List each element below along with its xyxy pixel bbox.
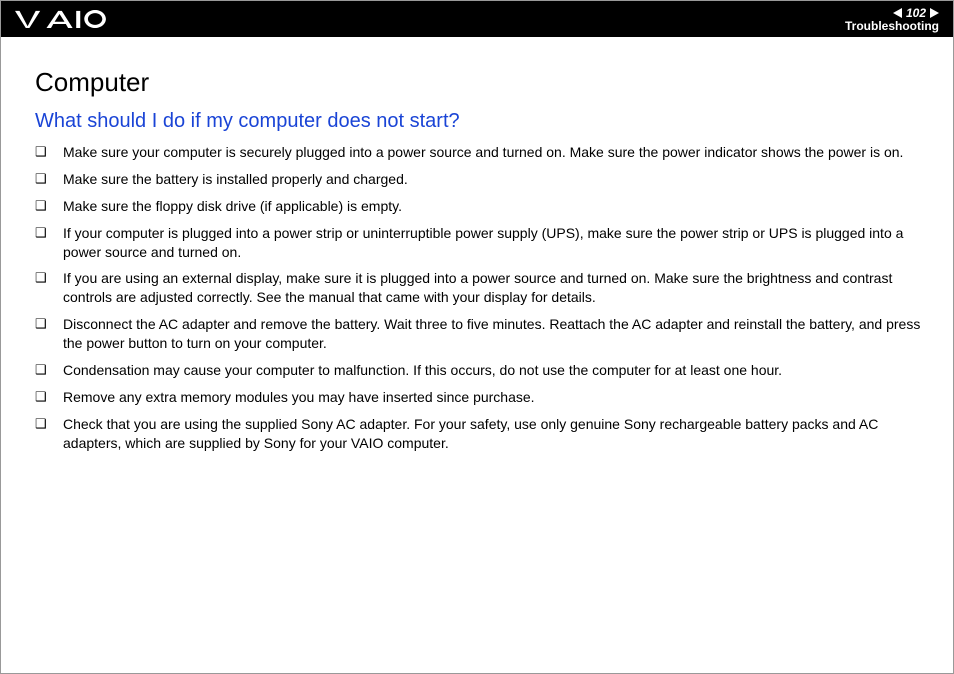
bullet-icon: ❑ xyxy=(35,143,63,161)
list-item-text: If you are using an external display, ma… xyxy=(63,269,925,307)
list-item-text: If your computer is plugged into a power… xyxy=(63,224,925,262)
bullet-icon: ❑ xyxy=(35,170,63,188)
page-navigator: 102 xyxy=(893,6,939,20)
next-page-arrow-icon[interactable] xyxy=(930,8,939,18)
list-item-text: Make sure your computer is securely plug… xyxy=(63,143,925,162)
document-page: 102 Troubleshooting Computer What should… xyxy=(0,0,954,674)
bullet-icon: ❑ xyxy=(35,269,63,287)
page-number: 102 xyxy=(906,6,926,20)
prev-page-arrow-icon[interactable] xyxy=(893,8,902,18)
list-item-text: Check that you are using the supplied So… xyxy=(63,415,925,453)
bullet-icon: ❑ xyxy=(35,197,63,215)
vaio-logo xyxy=(15,10,114,28)
list-item: ❑Disconnect the AC adapter and remove th… xyxy=(35,315,925,353)
list-item: ❑Remove any extra memory modules you may… xyxy=(35,388,925,407)
list-item-text: Remove any extra memory modules you may … xyxy=(63,388,925,407)
list-item: ❑If your computer is plugged into a powe… xyxy=(35,224,925,262)
list-item-text: Disconnect the AC adapter and remove the… xyxy=(63,315,925,353)
list-item: ❑Condensation may cause your computer to… xyxy=(35,361,925,380)
header-right: 102 Troubleshooting xyxy=(845,6,939,32)
list-item-text: Make sure the floppy disk drive (if appl… xyxy=(63,197,925,216)
bullet-icon: ❑ xyxy=(35,415,63,433)
page-header: 102 Troubleshooting xyxy=(1,1,953,37)
list-item: ❑Make sure the battery is installed prop… xyxy=(35,170,925,189)
page-title: Computer xyxy=(35,67,925,98)
list-item-text: Condensation may cause your computer to … xyxy=(63,361,925,380)
section-label: Troubleshooting xyxy=(845,20,939,32)
page-content: Computer What should I do if my computer… xyxy=(1,37,953,453)
list-item: ❑Make sure your computer is securely plu… xyxy=(35,143,925,162)
bullet-icon: ❑ xyxy=(35,361,63,379)
question-heading: What should I do if my computer does not… xyxy=(35,110,925,133)
bullet-icon: ❑ xyxy=(35,388,63,406)
list-item: ❑Check that you are using the supplied S… xyxy=(35,415,925,453)
bullet-icon: ❑ xyxy=(35,224,63,242)
bullet-icon: ❑ xyxy=(35,315,63,333)
troubleshooting-list: ❑Make sure your computer is securely plu… xyxy=(35,143,925,453)
list-item: ❑If you are using an external display, m… xyxy=(35,269,925,307)
list-item: ❑Make sure the floppy disk drive (if app… xyxy=(35,197,925,216)
list-item-text: Make sure the battery is installed prope… xyxy=(63,170,925,189)
